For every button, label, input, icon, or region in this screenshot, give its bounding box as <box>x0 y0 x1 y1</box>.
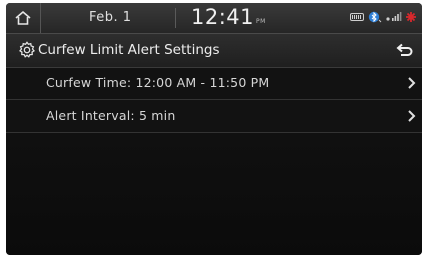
back-arrow-icon <box>396 43 413 56</box>
chevron-right-icon <box>408 110 416 122</box>
list-item-label: Alert Interval: 5 min <box>46 108 176 123</box>
title-bar: Curfew Limit Alert Settings <box>6 34 422 68</box>
bluetooth-icon <box>368 11 382 23</box>
status-bar: Feb. 1 12:41 PM <box>6 3 422 34</box>
status-clock: 12:41 PM <box>191 5 266 29</box>
alert-icon <box>406 12 416 22</box>
status-icons <box>350 11 416 23</box>
list-item-curfew-time[interactable]: Curfew Time: 12:00 AM - 11:50 PM <box>6 67 422 100</box>
page-title: Curfew Limit Alert Settings <box>38 42 220 58</box>
clock-ampm: PM <box>256 18 266 25</box>
status-divider <box>175 8 176 28</box>
list-item-label: Curfew Time: 12:00 AM - 11:50 PM <box>46 75 270 90</box>
signal-icon <box>386 12 402 21</box>
usb-icon <box>350 13 364 21</box>
chevron-right-icon <box>408 77 416 89</box>
clock-time: 12:41 <box>191 5 255 29</box>
empty-content-area <box>6 133 422 255</box>
list-item-alert-interval[interactable]: Alert Interval: 5 min <box>6 100 422 133</box>
screen: Feb. 1 12:41 PM Curfew Limit Alert Setti… <box>6 3 422 255</box>
status-date: Feb. 1 <box>89 10 132 25</box>
home-icon <box>15 11 31 25</box>
gear-icon <box>19 41 35 58</box>
settings-list: Curfew Time: 12:00 AM - 11:50 PM Alert I… <box>6 67 422 133</box>
home-button[interactable] <box>6 3 41 33</box>
back-button[interactable] <box>386 34 422 67</box>
